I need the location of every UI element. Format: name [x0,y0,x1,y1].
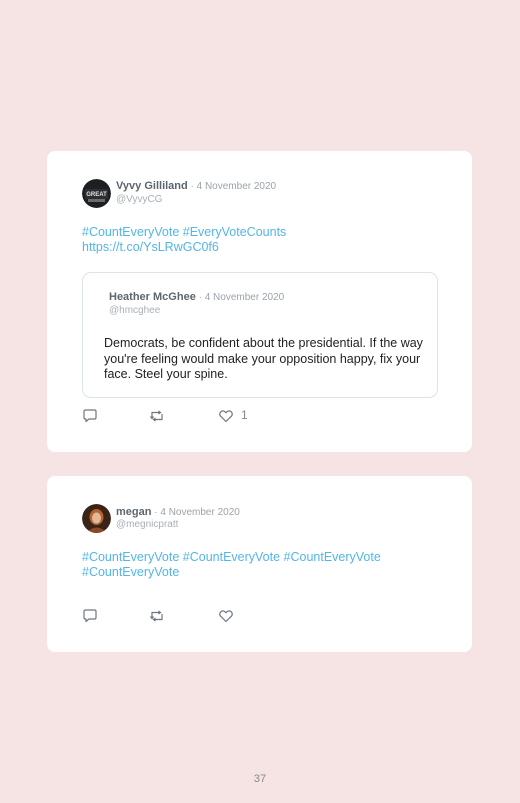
tweet-card: GREAT Vyvy Gilliland · 4 November 2020 @… [47,151,472,452]
hashtag-line[interactable]: #CountEveryVote [82,565,381,580]
author-handle[interactable]: @VyvyCG [116,194,162,205]
tweet-date[interactable]: · 4 November 2020 [188,181,277,192]
tweet-actions [82,608,282,624]
avatar[interactable] [82,504,111,533]
tweet-actions: 1 [82,408,282,424]
quoted-header: Heather McGhee · 4 November 2020 [109,291,284,303]
retweet-icon[interactable] [149,608,165,624]
page-number: 37 [253,773,267,785]
reply-icon[interactable] [82,408,98,424]
tweet-text: #CountEveryVote #EveryVoteCounts https:/… [82,225,286,255]
heart-icon[interactable] [218,408,234,424]
heart-icon[interactable] [218,608,234,624]
svg-text:GREAT: GREAT [86,192,107,198]
reply-icon[interactable] [82,608,98,624]
tweet-card: megan · 4 November 2020 @megnicpratt #Co… [47,476,472,652]
tweet-header: Vyvy Gilliland · 4 November 2020 [116,180,276,192]
quoted-text: Democrats, be confident about the presid… [104,336,423,381]
author-handle[interactable]: @megnicpratt [116,519,178,530]
quoted-tweet[interactable]: Heather McGhee · 4 November 2020 @hmcghe… [82,272,438,398]
tweet-header: megan · 4 November 2020 [116,506,240,518]
tweet-date[interactable]: · 4 November 2020 [151,507,240,518]
tweet-link[interactable]: https://t.co/YsLRwGC0f6 [82,240,286,255]
author-name[interactable]: Vyvy Gilliland [116,180,188,192]
like-count: 1 [241,408,248,422]
avatar[interactable]: GREAT [82,179,111,208]
tweet-text: #CountEveryVote #CountEveryVote #CountEv… [82,550,381,580]
retweet-icon[interactable] [149,408,165,424]
quoted-handle: @hmcghee [109,305,161,316]
hashtag-line[interactable]: #CountEveryVote #CountEveryVote #CountEv… [82,550,381,565]
hashtag-line[interactable]: #CountEveryVote #EveryVoteCounts [82,225,286,240]
quoted-date: · 4 November 2020 [195,292,285,303]
author-name[interactable]: megan [116,506,151,518]
quoted-author-name: Heather McGhee [109,291,196,303]
